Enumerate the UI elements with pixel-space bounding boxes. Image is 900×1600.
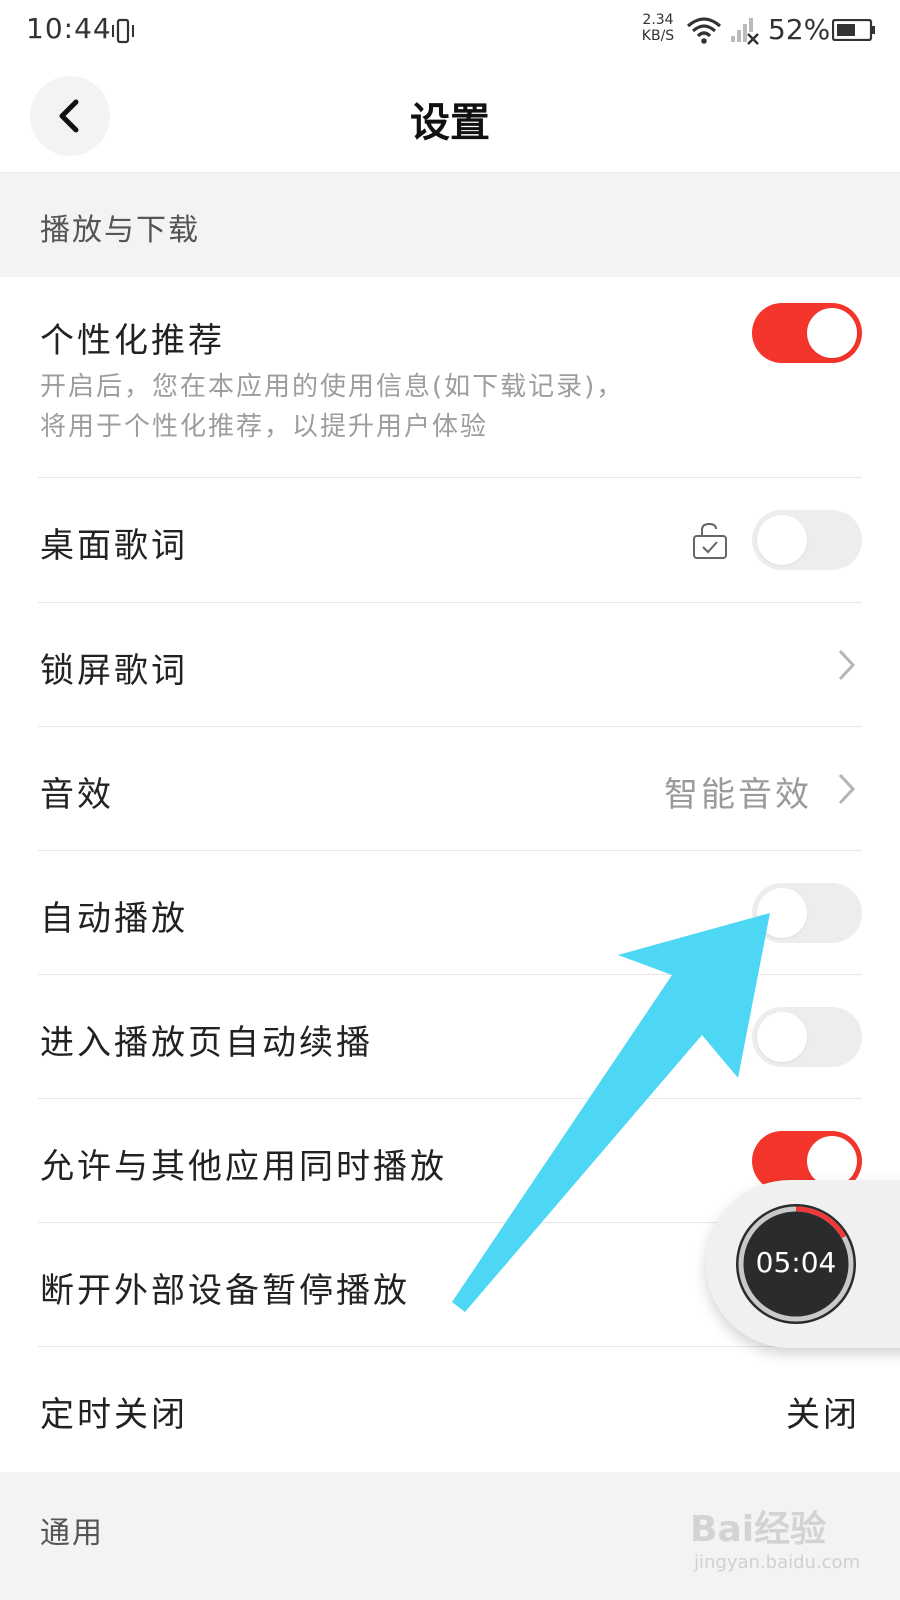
section-title-general: 通用	[40, 1516, 104, 1551]
net-speed: 2.34 KB/S	[636, 12, 680, 44]
toggle-knob	[807, 1136, 857, 1186]
setting-row-lockscreen-lyrics[interactable]: 锁屏歌词	[0, 603, 900, 727]
setting-label-personalized: 个性化推荐	[40, 321, 225, 361]
setting-desc-line1: 开启后，您在本应用的使用信息(如下载记录)，	[40, 372, 625, 402]
toggle-continue-playback[interactable]	[752, 1007, 862, 1067]
toggle-personalized[interactable]	[752, 303, 862, 363]
setting-label-sleep-timer: 定时关闭	[40, 1395, 188, 1435]
status-time: 10:44	[26, 12, 112, 45]
section-title-playback: 播放与下载	[40, 213, 200, 248]
setting-label-continue-playback: 进入播放页自动续播	[40, 1023, 373, 1063]
chevron-right-icon	[838, 649, 856, 681]
setting-label-desktop-lyrics: 桌面歌词	[40, 526, 188, 566]
setting-row-personalized[interactable]: 个性化推荐 开启后，您在本应用的使用信息(如下载记录)， 将用于个性化推荐，以提…	[0, 277, 900, 477]
page-title: 设置	[410, 100, 490, 146]
setting-row-autoplay[interactable]: 自动播放	[0, 851, 900, 975]
setting-row-sleep-timer[interactable]: 定时关闭 关闭	[0, 1347, 900, 1471]
wifi-icon	[686, 17, 722, 44]
setting-value-sound-effect: 智能音效	[664, 775, 812, 815]
toggle-knob	[757, 888, 807, 938]
section-header-playback: 播放与下载	[0, 173, 900, 277]
setting-desc-line2: 将用于个性化推荐，以提升用户体验	[40, 412, 489, 442]
toggle-knob	[757, 1012, 807, 1062]
watermark-text: Bai经验	[690, 1509, 827, 1550]
setting-label-sound-effect: 音效	[40, 775, 114, 815]
setting-desc-personalized: 开启后，您在本应用的使用信息(如下载记录)， 将用于个性化推荐，以提升用户体验	[40, 367, 624, 447]
setting-value-sleep-timer: 关闭	[786, 1395, 860, 1435]
app-header: 设置	[0, 64, 900, 173]
setting-row-sound-effect[interactable]: 音效 智能音效	[0, 727, 900, 851]
floating-timer-widget[interactable]: 05:04	[706, 1180, 900, 1348]
vibrate-icon	[112, 18, 134, 44]
status-bar: 10:44 2.34 KB/S 52%	[0, 0, 900, 64]
toggle-desktop-lyrics[interactable]	[752, 510, 862, 570]
net-speed-unit: KB/S	[641, 28, 675, 44]
setting-row-continue-playback[interactable]: 进入播放页自动续播	[0, 975, 900, 1099]
timer-disc: 05:04	[736, 1204, 856, 1324]
lock-icon[interactable]	[690, 520, 730, 560]
setting-label-autoplay: 自动播放	[40, 899, 188, 939]
signal-icon	[731, 18, 759, 45]
watermark-url: jingyan.baidu.com	[694, 1552, 861, 1573]
toggle-autoplay[interactable]	[752, 883, 862, 943]
toggle-knob	[757, 515, 807, 565]
setting-label-mix-playback: 允许与其他应用同时播放	[40, 1147, 447, 1187]
battery-text: 52%	[768, 13, 831, 46]
setting-row-desktop-lyrics[interactable]: 桌面歌词	[0, 478, 900, 602]
chevron-right-icon	[838, 773, 856, 805]
setting-label-lockscreen-lyrics: 锁屏歌词	[40, 651, 188, 691]
watermark: Bai经验 jingyan.baidu.com	[690, 1500, 890, 1590]
battery-icon	[832, 19, 875, 41]
setting-label-pause-on-disconnect: 断开外部设备暂停播放	[40, 1271, 410, 1311]
timer-text: 05:04	[755, 1246, 837, 1279]
net-speed-value: 2.34	[642, 12, 674, 28]
toggle-knob	[807, 308, 857, 358]
